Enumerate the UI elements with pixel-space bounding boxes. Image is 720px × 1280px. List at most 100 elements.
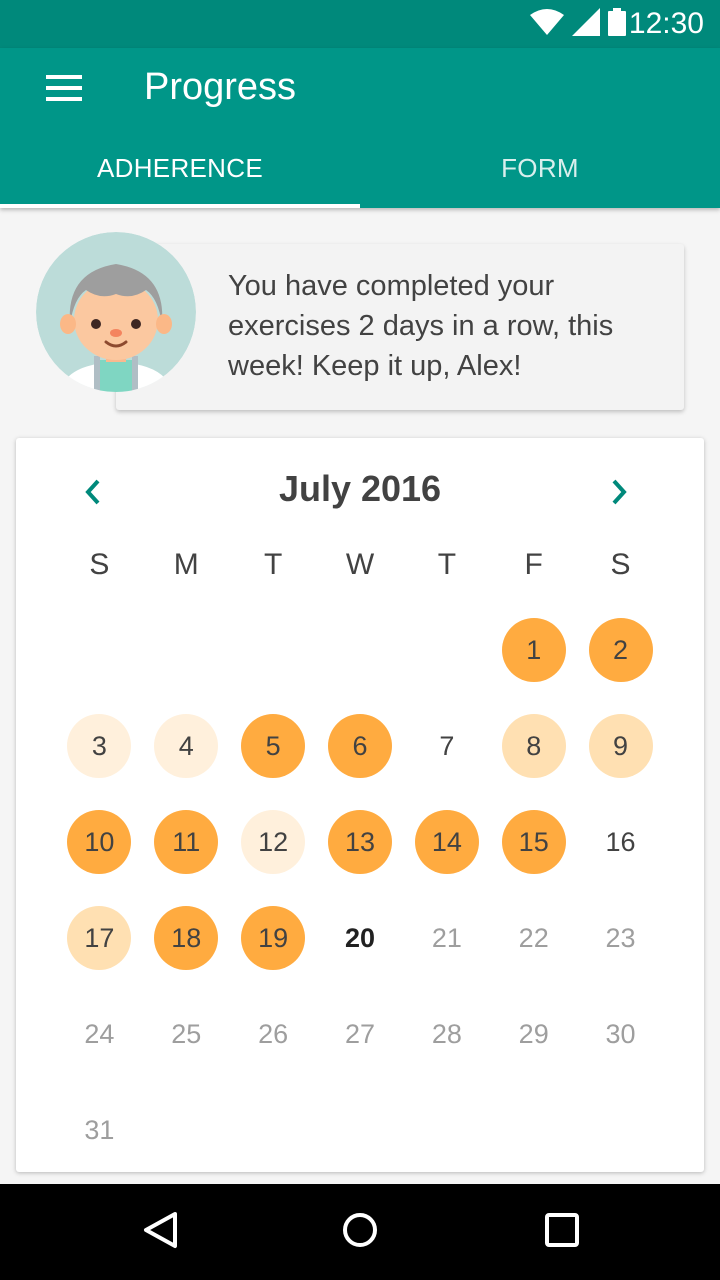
calendar-day[interactable]: 6	[317, 698, 404, 794]
back-icon	[142, 1211, 178, 1254]
calendar-day[interactable]: 18	[143, 890, 230, 986]
calendar-day[interactable]: 5	[230, 698, 317, 794]
calendar-day[interactable]: 16	[577, 794, 664, 890]
calendar-day-number: 20	[344, 922, 375, 953]
menu-icon	[46, 74, 82, 106]
calendar-day[interactable]: 31	[56, 1082, 143, 1178]
signal-icon	[572, 7, 600, 41]
calendar-empty-cell	[56, 602, 143, 698]
page-title: Progress	[144, 66, 297, 108]
weekday-label: T	[263, 548, 283, 581]
calendar-day-number: 7	[439, 730, 455, 761]
tab-adherence[interactable]: ADHERENCE	[0, 128, 360, 208]
calendar-day[interactable]: 10	[56, 794, 143, 890]
calendar-day-number: 30	[605, 1018, 636, 1049]
calendar-day[interactable]: 1	[490, 602, 577, 698]
battery-icon	[608, 7, 626, 41]
home-icon	[342, 1212, 378, 1253]
next-month-button[interactable]	[598, 472, 642, 516]
calendar-day[interactable]: 13	[317, 794, 404, 890]
calendar-day-number: 24	[84, 1018, 115, 1049]
calendar-day[interactable]: 27	[317, 986, 404, 1082]
calendar-empty-cell	[143, 602, 230, 698]
weekday-label: T	[437, 548, 457, 581]
calendar-day-number: 9	[588, 714, 653, 778]
chevron-right-icon	[610, 478, 630, 511]
status-bar: 12:30	[0, 0, 720, 48]
calendar-day[interactable]: 2	[577, 602, 664, 698]
weekday-label: S	[610, 548, 631, 581]
tab-label: ADHERENCE	[97, 152, 263, 183]
calendar-day[interactable]: 28	[403, 986, 490, 1082]
calendar-day[interactable]: 25	[143, 986, 230, 1082]
calendar-day[interactable]: 24	[56, 986, 143, 1082]
wifi-icon	[530, 8, 564, 40]
system-navigation-bar	[0, 1184, 720, 1280]
weekday-label: W	[345, 548, 375, 581]
weekday-label: M	[173, 548, 199, 581]
calendar-day-number: 15	[501, 810, 566, 874]
calendar-day-number: 16	[605, 826, 636, 857]
avatar	[36, 232, 196, 392]
calendar-day-number: 21	[431, 922, 462, 953]
calendar-day-grid: 1 2 3 4 5 6 7 8 9 10 11 12 13 14 15 16 17 18 19 20 21 22 23 24 2…	[56, 602, 664, 1178]
calendar-day-number: 27	[344, 1018, 375, 1049]
calendar-day-number: 13	[327, 810, 392, 874]
calendar-day-number: 18	[154, 906, 219, 970]
calendar-day[interactable]: 21	[403, 890, 490, 986]
calendar-day-number: 19	[241, 906, 306, 970]
weekday-header: S M T W T F S	[56, 540, 664, 590]
calendar-day[interactable]: 8	[490, 698, 577, 794]
calendar-day[interactable]: 29	[490, 986, 577, 1082]
status-icons	[530, 7, 626, 41]
calendar-day-number: 26	[258, 1018, 289, 1049]
calendar-day[interactable]: 3	[56, 698, 143, 794]
calendar-day[interactable]: 19	[230, 890, 317, 986]
calendar-day-number: 3	[67, 714, 132, 778]
calendar-empty-cell	[403, 602, 490, 698]
calendar-day-number: 22	[518, 922, 549, 953]
calendar-day-number: 6	[327, 714, 392, 778]
calendar-day-number: 2	[588, 618, 653, 682]
tab-indicator	[0, 204, 360, 208]
home-button[interactable]	[332, 1204, 388, 1260]
calendar-day-number: 23	[605, 922, 636, 953]
calendar-empty-cell	[230, 602, 317, 698]
calendar-day-number: 1	[501, 618, 566, 682]
recents-button[interactable]	[534, 1204, 590, 1260]
menu-button[interactable]	[30, 66, 98, 114]
app-bar: Progress ADHERENCE FORM	[0, 48, 720, 208]
calendar-day-number: 5	[241, 714, 306, 778]
calendar-day-number: 29	[518, 1018, 549, 1049]
calendar-day[interactable]: 17	[56, 890, 143, 986]
calendar-day-number: 12	[241, 810, 306, 874]
calendar-day[interactable]: 20	[317, 890, 404, 986]
calendar-day-number: 4	[154, 714, 219, 778]
calendar-day[interactable]: 4	[143, 698, 230, 794]
calendar-day[interactable]: 23	[577, 890, 664, 986]
calendar-day[interactable]: 11	[143, 794, 230, 890]
calendar-day-number: 14	[414, 810, 479, 874]
calendar-day[interactable]: 22	[490, 890, 577, 986]
tab-label: FORM	[501, 152, 579, 183]
calendar-day[interactable]: 7	[403, 698, 490, 794]
message-card: You have completed your exercises 2 days…	[116, 244, 684, 410]
calendar-day[interactable]: 30	[577, 986, 664, 1082]
calendar-day-number: 11	[154, 810, 219, 874]
calendar-day[interactable]: 12	[230, 794, 317, 890]
calendar-day-number: 10	[67, 810, 132, 874]
calendar-day[interactable]: 15	[490, 794, 577, 890]
encouragement-message: You have completed your exercises 2 days…	[228, 270, 614, 382]
calendar-header: July 2016	[16, 462, 704, 518]
status-time: 12:30	[628, 7, 704, 40]
weekday-label: F	[524, 548, 543, 581]
back-button[interactable]	[132, 1204, 188, 1260]
calendar-day[interactable]: 26	[230, 986, 317, 1082]
calendar-day-number: 28	[431, 1018, 462, 1049]
calendar-day-number: 25	[171, 1018, 202, 1049]
calendar-day[interactable]: 14	[403, 794, 490, 890]
tab-form[interactable]: FORM	[360, 128, 720, 208]
tab-bar: ADHERENCE FORM	[0, 128, 720, 208]
recents-icon	[545, 1212, 579, 1252]
calendar-day[interactable]: 9	[577, 698, 664, 794]
